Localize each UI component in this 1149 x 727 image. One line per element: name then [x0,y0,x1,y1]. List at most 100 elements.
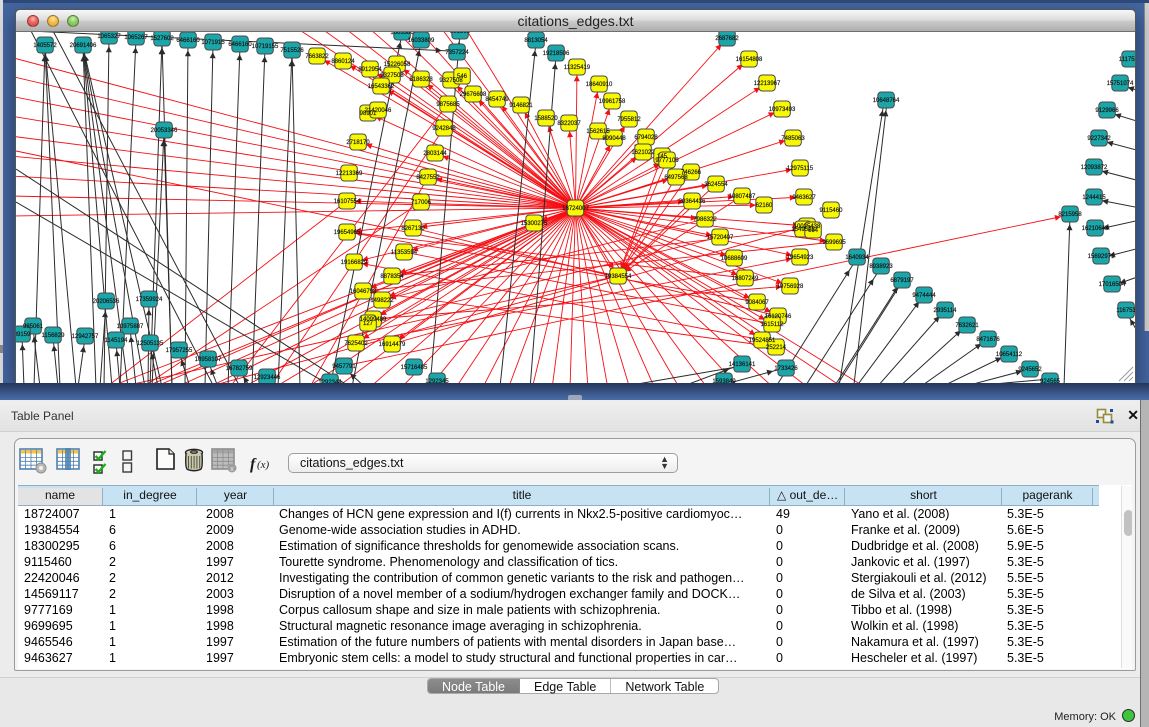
svg-text:15226058: 15226058 [384,62,411,68]
svg-text:(x): (x) [257,459,270,471]
svg-text:9227342: 9227342 [1087,136,1111,142]
svg-text:6466160: 6466160 [176,38,200,44]
svg-text:1071915: 1071915 [201,40,225,46]
svg-text:16033809: 16033809 [408,38,435,44]
svg-text:9699695: 9699695 [822,240,846,246]
svg-text:8912954: 8912954 [358,67,382,73]
svg-text:2803144: 2803144 [423,151,447,157]
svg-text:717006: 717006 [411,200,432,206]
svg-text:14136141: 14136141 [729,362,756,368]
svg-text:6466160: 6466160 [228,42,252,48]
svg-text:17359924: 17359924 [136,297,163,303]
svg-text:2935114: 2935114 [934,308,958,314]
svg-text:12975115: 12975115 [787,166,814,172]
svg-text:19756928: 19756928 [777,284,804,290]
svg-text:7515526: 7515526 [280,48,304,54]
svg-text:8454749: 8454749 [485,97,509,103]
svg-text:12093872: 12093872 [1081,165,1108,171]
svg-text:1603380: 1603380 [390,32,414,36]
svg-text:7625402: 7625402 [344,341,368,347]
svg-text:16046798: 16046798 [350,289,377,295]
svg-text:20206536: 20206536 [93,299,120,305]
svg-text:20691406: 20691406 [70,43,97,49]
svg-text:16120746: 16120746 [765,314,792,320]
svg-text:1405572: 1405572 [33,43,57,49]
svg-text:9875685: 9875685 [436,102,460,108]
svg-text:9129966: 9129966 [1095,108,1119,114]
svg-text:985061: 985061 [23,324,44,330]
svg-text:1065327: 1065327 [97,34,121,40]
svg-text:546: 546 [457,74,468,80]
svg-text:1244415: 1244415 [1082,195,1106,201]
svg-text:17016504: 17016504 [1099,282,1126,288]
svg-text:7986322: 7986322 [693,217,717,223]
svg-text:8813054: 8813054 [524,38,548,44]
svg-text:881305: 881305 [450,32,471,35]
svg-text:10688609: 10688609 [721,256,748,262]
svg-text:11353594: 11353594 [391,250,418,256]
svg-text:29676608: 29676608 [460,92,487,98]
svg-text:10958107: 10958107 [195,357,222,363]
svg-text:12213369: 12213369 [336,171,363,177]
svg-text:19218506: 19218506 [543,51,570,57]
svg-text:8186328: 8186328 [409,77,433,83]
svg-text:116753: 116753 [1116,308,1135,314]
svg-text:1621022: 1621022 [631,150,655,156]
svg-text:21420046: 21420046 [365,108,392,114]
svg-text:8878354: 8878354 [380,274,404,280]
svg-text:15300275: 15300275 [521,221,548,227]
svg-text:16914479: 16914479 [379,342,406,348]
svg-text:1527602: 1527602 [150,36,174,42]
svg-text:10807487: 10807487 [729,194,756,200]
svg-text:9474444: 9474444 [912,293,936,299]
svg-text:19524851: 19524851 [749,338,776,344]
svg-text:664: 664 [808,228,819,234]
svg-text:16154808: 16154808 [736,57,763,63]
svg-text:10973493: 10973493 [769,107,796,113]
svg-text:1640934: 1640934 [845,255,869,261]
svg-text:11325419: 11325419 [564,65,591,71]
svg-text:6879197: 6879197 [890,278,914,284]
svg-text:2687682: 2687682 [715,36,739,42]
svg-text:9327508: 9327508 [380,73,404,79]
svg-text:20053346: 20053346 [151,128,178,134]
svg-text:1156829: 1156829 [42,333,66,339]
svg-text:1065267: 1065267 [124,35,148,41]
svg-text:8860124: 8860124 [331,59,355,65]
svg-text:7632621: 7632621 [955,323,979,329]
svg-text:252214: 252214 [766,345,787,351]
svg-text:12942757: 12942757 [72,334,99,340]
svg-text:9115460: 9115460 [820,208,844,214]
svg-text:8267130: 8267130 [401,226,425,232]
svg-text:f: f [250,456,257,473]
svg-text:12213967: 12213967 [754,81,781,87]
svg-text:8471676: 8471676 [976,337,1000,343]
svg-text:9242848: 9242848 [432,126,456,132]
svg-text:6497568: 6497568 [664,175,688,181]
svg-text:8215958: 8215958 [1058,212,1082,218]
svg-text:62160: 62160 [756,203,773,209]
svg-text:1588520: 1588520 [534,116,558,122]
svg-text:15720407: 15720407 [707,235,734,241]
svg-text:9457791: 9457791 [332,364,356,370]
svg-text:1733426: 1733426 [774,366,798,372]
svg-text:39159: 39159 [16,332,31,338]
svg-text:3624554: 3624554 [704,182,728,188]
svg-text:7663822: 7663822 [305,54,329,60]
svg-text:16543362: 16543362 [368,84,395,90]
svg-text:10975887: 10975887 [117,324,144,330]
svg-text:17957255: 17957255 [166,348,193,354]
svg-text:15751074: 15751074 [1107,81,1134,87]
svg-text:9245652: 9245652 [1018,367,1042,373]
svg-text:8322037: 8322037 [557,121,581,127]
svg-text:8427552: 8427552 [416,175,440,181]
svg-text:16210643: 16210643 [1082,226,1109,232]
svg-text:x: x [230,466,234,473]
svg-text:19654923: 19654923 [787,255,814,261]
svg-text:9084067: 9084067 [745,300,769,306]
svg-text:1562615: 1562615 [586,129,610,135]
svg-text:12923446: 12923446 [254,375,281,381]
svg-text:1615112: 1615112 [761,322,785,328]
svg-text:1145194: 1145194 [105,338,129,344]
svg-text:16107554: 16107554 [334,199,361,205]
